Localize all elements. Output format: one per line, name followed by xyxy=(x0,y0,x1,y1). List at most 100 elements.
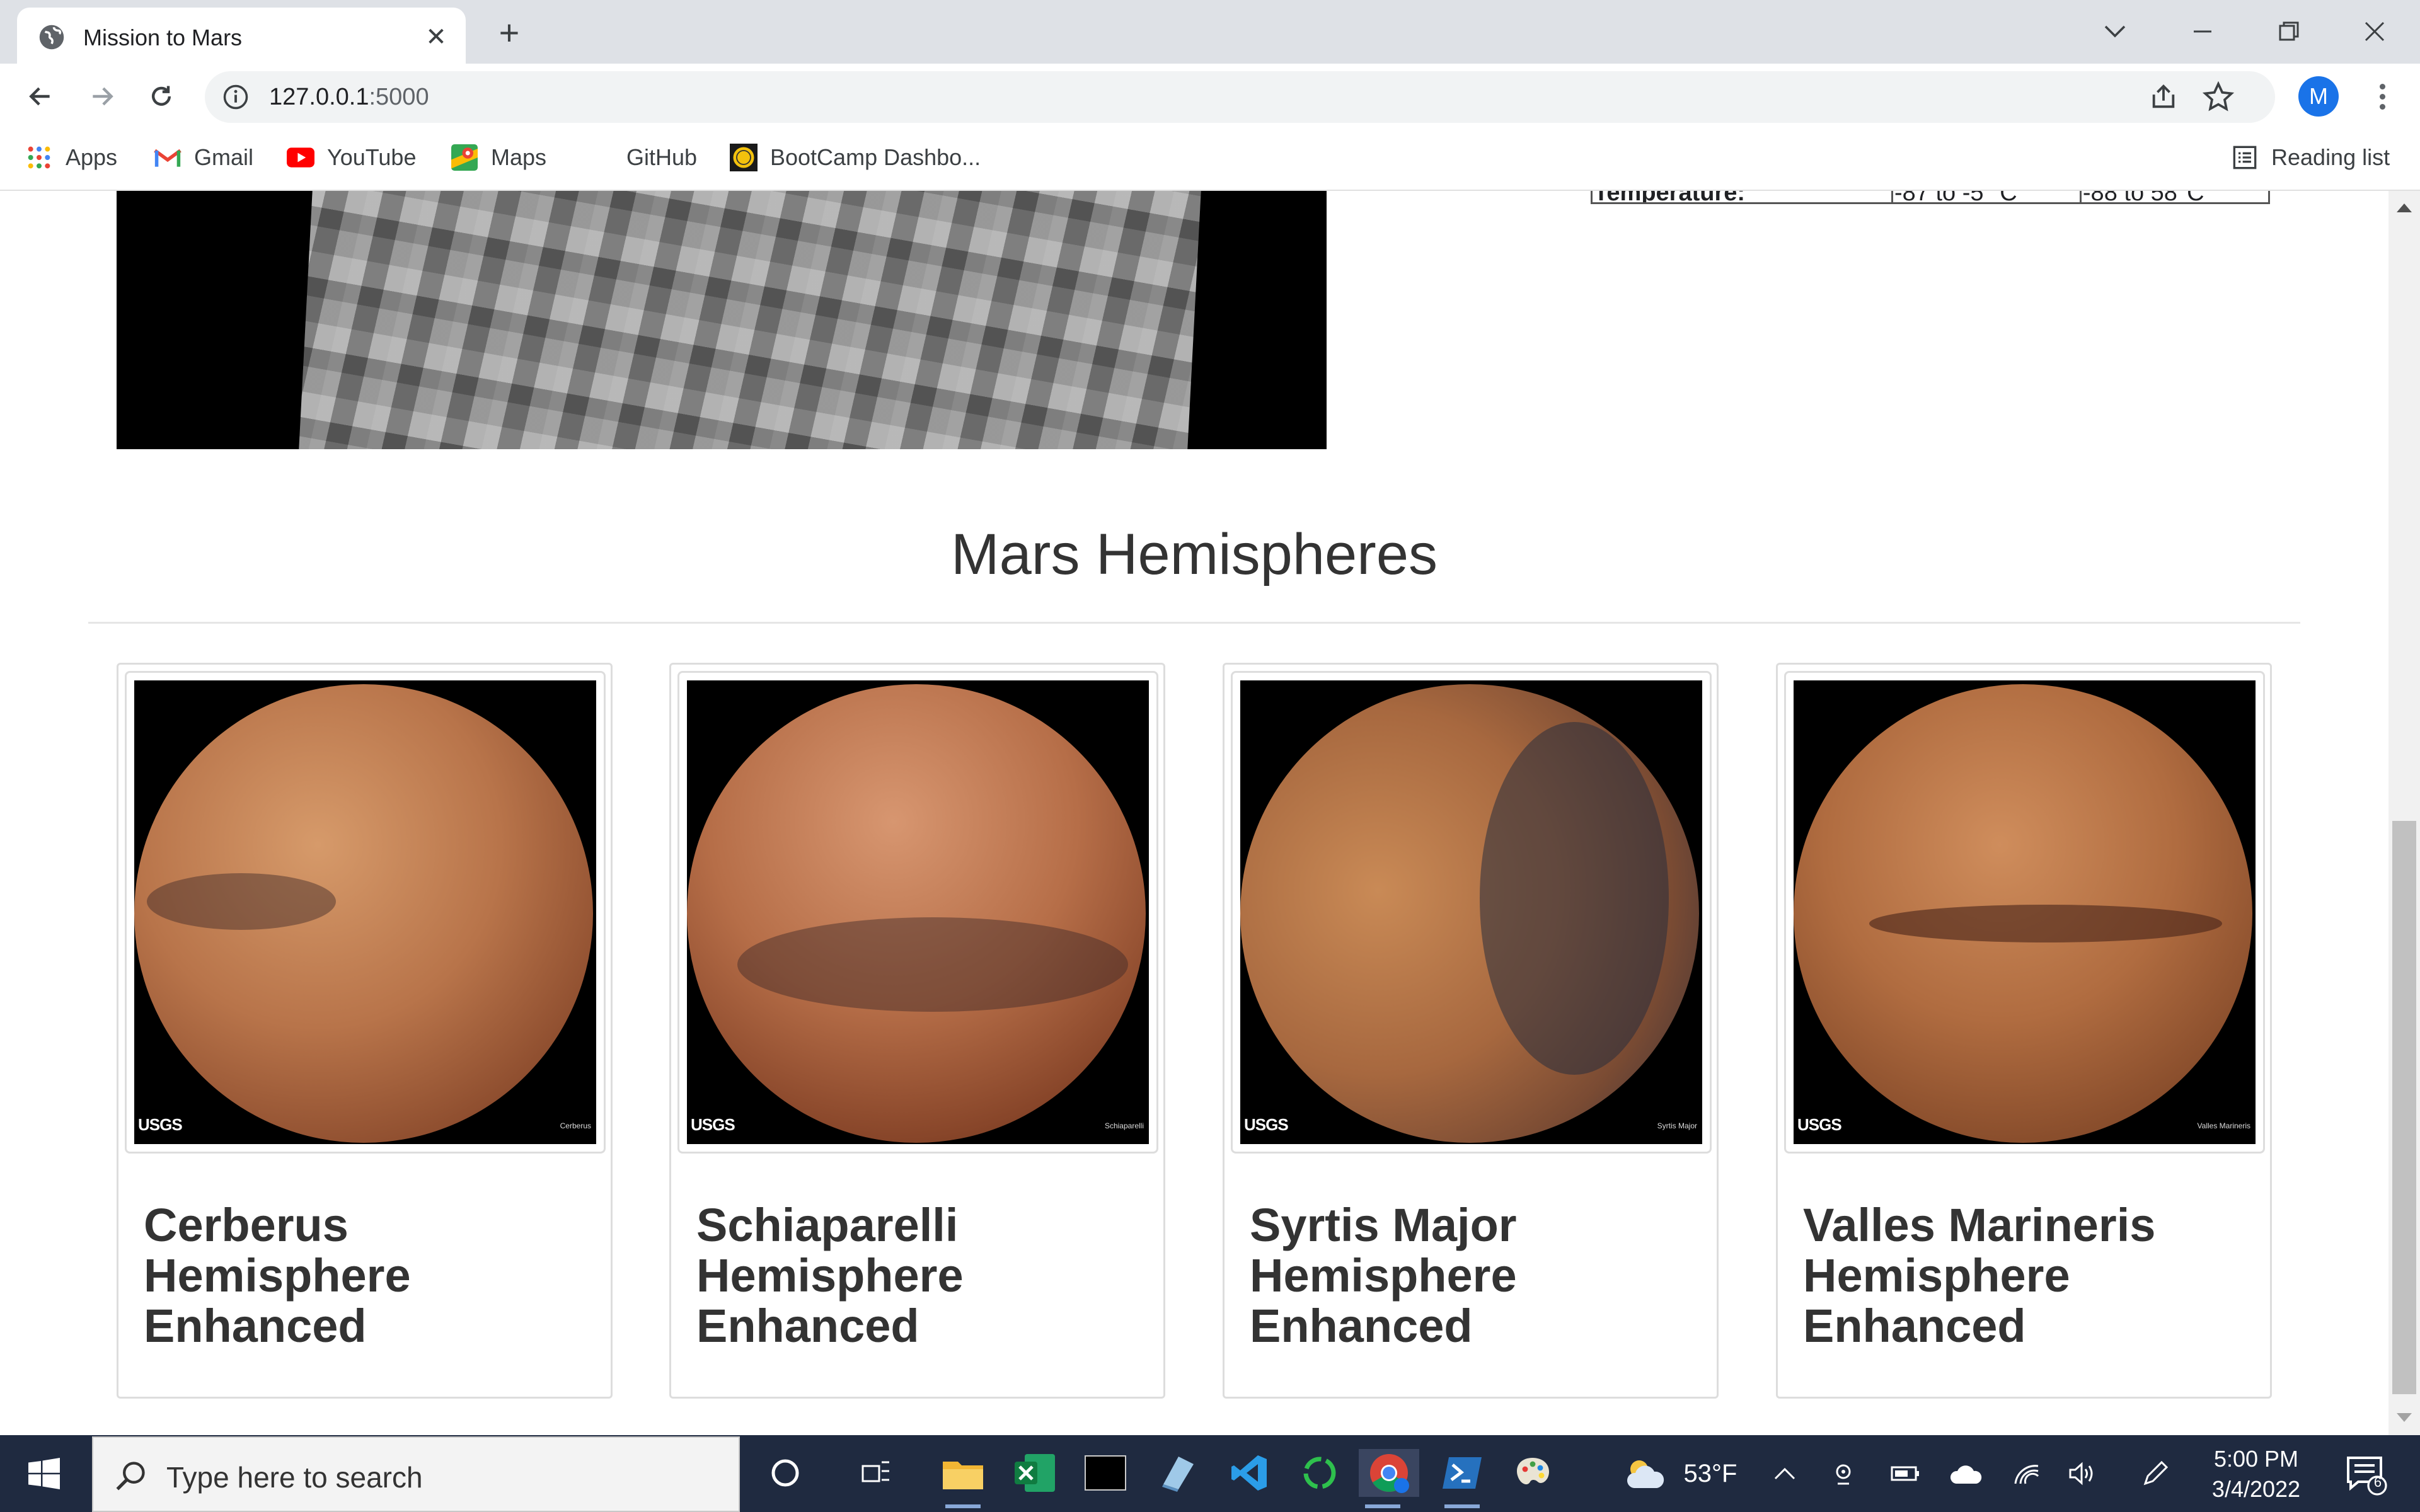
chevron-down-icon xyxy=(2104,25,2126,38)
hemisphere-image: USGS Cerberus xyxy=(134,680,596,1144)
hemisphere-thumbnail[interactable]: USGS Syrtis Major xyxy=(1231,671,1712,1154)
pen-workspace-button[interactable] xyxy=(2138,1452,2173,1496)
arrow-right-icon xyxy=(93,87,113,106)
bookmark-maps[interactable]: Maps xyxy=(451,143,546,172)
powershell-icon xyxy=(1443,1457,1482,1489)
meet-now-button[interactable] xyxy=(1828,1452,1863,1496)
network-button[interactable] xyxy=(2009,1452,2044,1496)
pen-icon xyxy=(2143,1460,2169,1486)
reload-button[interactable] xyxy=(141,76,182,117)
bookmark-apps[interactable]: Apps xyxy=(25,143,117,172)
hemisphere-image: USGS Syrtis Major xyxy=(1240,680,1702,1144)
bookmark-star-icon[interactable] xyxy=(2203,81,2234,113)
windows-taskbar: Type here to search 53°F 5:00 PM 3/4/202… xyxy=(0,1435,2420,1512)
vertical-scrollbar[interactable] xyxy=(2388,191,2420,1435)
weather-button[interactable] xyxy=(1620,1452,1670,1496)
bookmark-github[interactable]: GitHub xyxy=(586,143,697,172)
file-explorer-button[interactable] xyxy=(939,1449,987,1508)
hemisphere-thumbnail[interactable]: USGS Valles Marineris xyxy=(1784,671,2265,1154)
battery-button[interactable] xyxy=(1888,1452,1923,1496)
hemisphere-title: Cerberus Hemisphere Enhanced xyxy=(144,1199,411,1352)
notification-center-button[interactable]: 6 xyxy=(2343,1452,2387,1496)
bookmark-label: YouTube xyxy=(327,144,417,170)
new-tab-button[interactable]: + xyxy=(492,15,527,50)
task-view-button[interactable] xyxy=(852,1449,900,1497)
start-button[interactable] xyxy=(0,1435,88,1512)
powershell-button[interactable] xyxy=(1438,1449,1486,1508)
cortana-button[interactable] xyxy=(761,1449,809,1497)
back-button[interactable] xyxy=(20,76,60,117)
bookmark-youtube[interactable]: YouTube xyxy=(287,143,416,172)
scrollbar-thumb[interactable] xyxy=(2392,821,2416,1394)
system-clock[interactable]: 5:00 PM 3/4/2022 xyxy=(2187,1444,2325,1504)
table-cell-label: Temperature: xyxy=(1591,191,1893,204)
close-icon xyxy=(2365,21,2385,42)
restore-button[interactable] xyxy=(2266,9,2312,54)
hemisphere-title: Schiaparelli Hemisphere Enhanced xyxy=(696,1199,964,1352)
bookmark-label: GitHub xyxy=(626,144,698,170)
excel-button[interactable] xyxy=(1011,1449,1059,1497)
info-icon[interactable] xyxy=(222,84,249,110)
usgs-logo: USGS xyxy=(138,1115,183,1134)
image-caption-tag: Cerberus xyxy=(560,1121,591,1130)
volume-button[interactable] xyxy=(2066,1452,2101,1496)
cloud-sun-icon xyxy=(1627,1460,1664,1488)
hemisphere-card: USGS Syrtis Major Syrtis Major Hemispher… xyxy=(1223,663,1719,1399)
excel-icon xyxy=(1015,1454,1055,1492)
minimize-button[interactable] xyxy=(2180,9,2225,54)
image-caption-tag: Schiaparelli xyxy=(1104,1121,1144,1130)
section-divider xyxy=(88,622,2300,624)
minimize-icon xyxy=(2194,30,2211,33)
section-title: Mars Hemispheres xyxy=(951,522,1438,587)
chrome-button[interactable] xyxy=(1359,1449,1419,1508)
webcam-icon xyxy=(1836,1464,1851,1485)
bookmark-label: Gmail xyxy=(194,144,254,170)
reload-icon xyxy=(152,86,171,106)
image-caption-tag: Syrtis Major xyxy=(1657,1121,1697,1130)
profile-avatar[interactable]: M xyxy=(2298,76,2339,117)
tab-search-button[interactable] xyxy=(2092,9,2138,54)
scroll-up-arrow-icon[interactable] xyxy=(2397,203,2412,212)
reading-list-label: Reading list xyxy=(2271,144,2390,170)
refresh-app-button[interactable] xyxy=(1296,1449,1344,1497)
paint-button[interactable] xyxy=(1509,1449,1557,1497)
hemisphere-card: USGS Valles Marineris Valles Marineris H… xyxy=(1776,663,2272,1399)
browser-tab[interactable]: Mission to Mars ✕ xyxy=(17,8,466,64)
share-icon[interactable] xyxy=(2149,83,2178,112)
search-icon xyxy=(116,1462,145,1491)
mars-globe xyxy=(1240,684,1699,1143)
hemisphere-thumbnail[interactable]: USGS Cerberus xyxy=(125,671,606,1154)
scroll-down-arrow-icon[interactable] xyxy=(2397,1413,2412,1422)
green-circle-icon xyxy=(1303,1457,1336,1489)
paint-3d-button[interactable] xyxy=(1153,1449,1201,1497)
reading-list-button[interactable]: Reading list xyxy=(2231,143,2390,172)
vscode-button[interactable] xyxy=(1225,1449,1273,1497)
address-bar[interactable]: 127.0.0.1:5000 xyxy=(205,71,2275,123)
forward-button[interactable] xyxy=(82,76,122,117)
gmail-icon xyxy=(154,144,182,171)
page-viewport: Temperature: -87 to -5 °C -88 to 58°C Ma… xyxy=(0,191,2388,1435)
table-row: Temperature: -87 to -5 °C -88 to 58°C xyxy=(1591,191,2271,204)
bookmark-gmail[interactable]: Gmail xyxy=(154,143,253,172)
clock-date: 3/4/2022 xyxy=(2211,1476,2301,1502)
close-tab-icon[interactable]: ✕ xyxy=(420,21,452,53)
hemisphere-thumbnail[interactable]: USGS Schiaparelli xyxy=(677,671,1158,1154)
close-window-button[interactable] xyxy=(2352,9,2397,54)
task-view-icon xyxy=(861,1461,889,1482)
terminal-button[interactable] xyxy=(1081,1449,1129,1497)
mars-globe xyxy=(134,684,593,1143)
show-hidden-icons-button[interactable] xyxy=(1767,1452,1802,1496)
globe-icon xyxy=(39,25,64,50)
search-placeholder: Type here to search xyxy=(166,1461,423,1494)
url-text[interactable]: 127.0.0.1:5000 xyxy=(269,83,429,112)
notepad-icon xyxy=(1162,1457,1194,1492)
vscode-icon xyxy=(1231,1455,1267,1491)
bookmark-bootcamp[interactable]: BootCamp Dashbo... xyxy=(730,143,981,172)
onedrive-button[interactable] xyxy=(1949,1452,1984,1496)
taskbar-search[interactable]: Type here to search xyxy=(92,1436,740,1512)
github-icon xyxy=(586,144,614,171)
terminal-icon xyxy=(1085,1455,1126,1491)
browser-menu-button[interactable] xyxy=(2362,76,2402,117)
weather-temperature[interactable]: 53°F xyxy=(1679,1452,1742,1496)
bookmarks-bar: Apps Gmail YouTube Maps GitHub BootCamp … xyxy=(0,129,2420,191)
